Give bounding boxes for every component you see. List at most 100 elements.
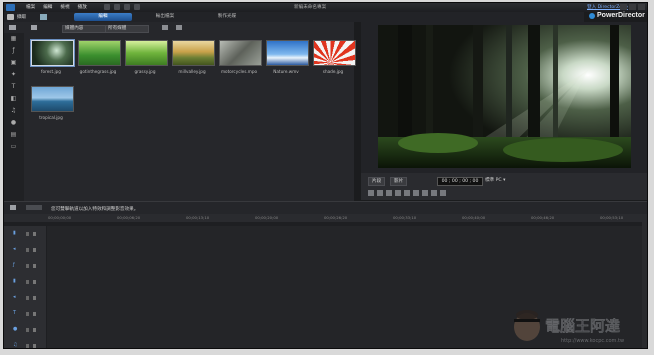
close-button[interactable] — [638, 4, 645, 10]
tab-create-disc[interactable]: 製作光碟 — [198, 13, 256, 21]
track-visible-icon[interactable] — [26, 296, 29, 300]
track-header-voice[interactable]: ● — [4, 322, 46, 339]
track-header-pip-audio[interactable]: ◂ — [4, 290, 46, 307]
menu-edit[interactable]: 編輯 — [43, 4, 52, 10]
search-icon[interactable] — [176, 25, 182, 30]
media-room-icon[interactable]: ▦ — [10, 36, 17, 42]
room-icon-column: ▦ ƒ ▣ ✦ T ◧ ♫ ● ▤ ▭ — [4, 33, 24, 201]
media-thumbnail[interactable] — [266, 40, 309, 66]
brand-name: PowerDirector — [597, 12, 645, 19]
transition-room-icon[interactable]: ◧ — [10, 96, 17, 102]
timeline-ruler[interactable]: 00;00;00;00 00;00;06;20 00;00;13;10 00;0… — [4, 214, 647, 222]
capture-icon[interactable] — [7, 14, 14, 20]
minimize-button[interactable] — [620, 4, 627, 10]
settings-icon[interactable] — [134, 4, 140, 10]
volume-icon[interactable] — [422, 190, 428, 196]
media-thumbnail[interactable] — [172, 40, 215, 66]
track-visible-icon[interactable] — [26, 280, 29, 284]
audio-track-icon: ◂ — [13, 246, 16, 252]
undo-icon[interactable] — [114, 4, 120, 10]
lock-icon[interactable] — [33, 264, 36, 268]
movie-mode-button[interactable]: 影片 — [390, 177, 408, 186]
audio-mixing-icon[interactable]: ♫ — [10, 108, 17, 114]
lock-icon[interactable] — [33, 344, 36, 348]
media-thumbnail[interactable] — [125, 40, 168, 66]
play-icon[interactable] — [368, 190, 374, 196]
voice-over-icon[interactable]: ● — [10, 120, 17, 126]
effect-track-lane[interactable] — [47, 258, 647, 275]
fast-forward-icon[interactable] — [404, 190, 410, 196]
clip-mode-button[interactable]: 片段 — [368, 177, 386, 186]
lock-icon[interactable] — [33, 296, 36, 300]
menu-view[interactable]: 檢視 — [60, 4, 69, 10]
chapter-room-icon[interactable]: ▤ — [10, 132, 17, 138]
fullscreen-icon[interactable] — [440, 190, 446, 196]
track-header-audio[interactable]: ◂ — [4, 242, 46, 259]
save-icon[interactable] — [104, 4, 110, 10]
music-track-icon: ♫ — [13, 342, 18, 348]
redo-icon[interactable] — [124, 4, 130, 10]
track-header-video[interactable]: ▮ — [4, 226, 46, 243]
menu-playback[interactable]: 播放 — [78, 4, 87, 10]
track-header-pip[interactable]: ▮ — [4, 274, 46, 291]
tab-edit[interactable]: 編輯 — [74, 13, 132, 21]
track-visible-icon[interactable] — [26, 264, 29, 268]
lock-icon[interactable] — [33, 248, 36, 252]
plugin-icon[interactable] — [40, 14, 47, 20]
window-controls — [620, 4, 645, 10]
next-frame-icon[interactable] — [395, 190, 401, 196]
audio-track-icon: ◂ — [13, 294, 16, 300]
lock-icon[interactable] — [33, 280, 36, 284]
capture-label[interactable]: 擷取 — [17, 14, 26, 20]
preview-controls: 片段 影片 00 ; 00 ; 00 ; 00 標準 PC ▾ — [361, 173, 647, 200]
media-thumbnail[interactable] — [31, 40, 74, 66]
track-header-effect[interactable]: ƒ — [4, 258, 46, 275]
stop-icon[interactable] — [377, 190, 383, 196]
track-header-title[interactable]: T — [4, 306, 46, 323]
video-track-lane[interactable] — [47, 226, 647, 243]
fx-room-icon[interactable]: ƒ — [10, 48, 17, 54]
media-caption: shade.jpg — [322, 69, 344, 74]
track-visible-icon[interactable] — [26, 312, 29, 316]
lock-icon[interactable] — [33, 312, 36, 316]
title-track-icon: T — [13, 310, 17, 316]
media-thumbnail[interactable] — [313, 40, 356, 66]
media-thumbnail[interactable] — [78, 40, 121, 66]
quality-selector[interactable]: 標準 PC ▾ — [485, 177, 505, 184]
preview-viewer — [378, 25, 631, 168]
track-visible-icon[interactable] — [26, 248, 29, 252]
snapshot-icon[interactable] — [413, 190, 419, 196]
tab-produce[interactable]: 輸出檔案 — [136, 13, 194, 21]
quick-toolbar — [104, 4, 140, 10]
media-thumbnail[interactable] — [31, 86, 74, 112]
menu-file[interactable]: 檔案 — [26, 4, 35, 10]
media-library: forest.jpg gotinthegrass.jpg grassy.jpg … — [24, 33, 356, 201]
title-room-icon[interactable]: T — [10, 84, 17, 90]
subtitle-room-icon[interactable]: ▭ — [10, 144, 17, 150]
grid-view-icon[interactable] — [162, 25, 168, 30]
maximize-button[interactable] — [629, 4, 636, 10]
pip-track-lane[interactable] — [47, 274, 647, 291]
plugins-icon[interactable] — [31, 25, 37, 30]
track-visible-icon[interactable] — [26, 328, 29, 332]
lock-icon[interactable] — [33, 328, 36, 332]
track-visible-icon[interactable] — [26, 232, 29, 236]
previous-frame-icon[interactable] — [386, 190, 392, 196]
track-visible-icon[interactable] — [26, 344, 29, 348]
3d-icon[interactable] — [431, 190, 437, 196]
view-toggle[interactable] — [26, 205, 42, 210]
pip-room-icon[interactable]: ▣ — [10, 60, 17, 66]
watermark-mascot-icon: 電腦王阿達 http://www.kocpc.com.tw — [514, 310, 624, 344]
track-header-music[interactable]: ♫ — [4, 338, 46, 348]
tools-icon[interactable] — [10, 205, 16, 210]
media-thumbnail[interactable] — [219, 40, 262, 66]
audio-track-lane[interactable] — [47, 242, 647, 259]
timecode-display[interactable]: 00 ; 00 ; 00 ; 00 — [437, 177, 483, 186]
media-type-dropdown[interactable]: 所有媒體 — [105, 25, 149, 33]
video-track-icon: ▮ — [13, 230, 16, 236]
library-filter-dropdown[interactable]: 媒體內容 — [62, 25, 106, 33]
lock-icon[interactable] — [33, 232, 36, 236]
import-media-icon[interactable] — [9, 25, 16, 30]
media-caption: motorcycles.mpo — [220, 69, 258, 74]
particle-room-icon[interactable]: ✦ — [10, 72, 17, 78]
